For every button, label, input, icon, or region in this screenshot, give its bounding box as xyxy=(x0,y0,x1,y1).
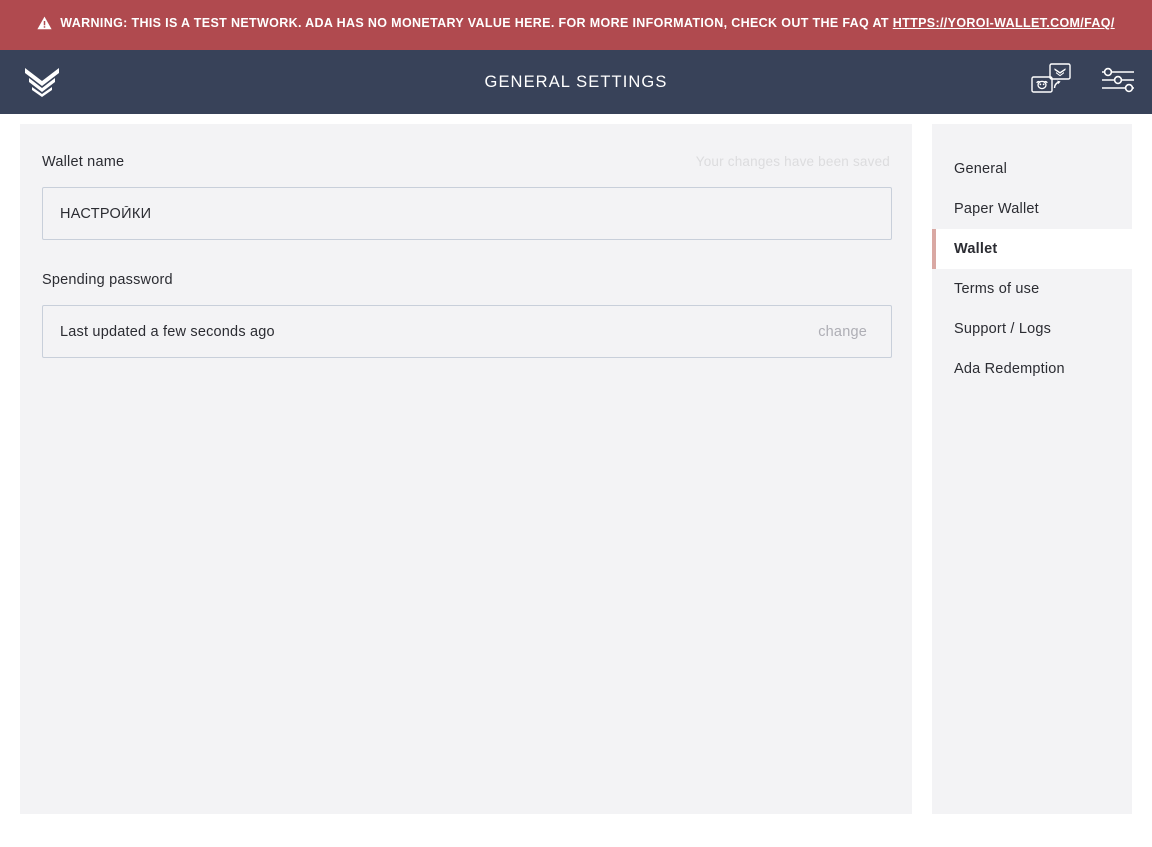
menu-item-support-logs[interactable]: Support / Logs xyxy=(932,309,1132,349)
wallet-name-header: Wallet name Your changes have been saved xyxy=(42,154,890,176)
menu-item-label: Terms of use xyxy=(954,281,1040,297)
wallet-settings-panel: Wallet name Your changes have been saved… xyxy=(20,124,912,814)
spending-password-label: Spending password xyxy=(42,272,173,288)
menu-item-label: Wallet xyxy=(954,241,998,257)
settings-menu: General Paper Wallet Wallet Terms of use… xyxy=(932,124,1132,814)
wallet-switch-button[interactable] xyxy=(1016,50,1084,114)
menu-item-label: Ada Redemption xyxy=(954,361,1065,377)
spending-password-box[interactable]: Last updated a few seconds ago change xyxy=(42,305,892,358)
menu-item-general[interactable]: General xyxy=(932,149,1132,189)
wallet-name-label: Wallet name xyxy=(42,154,125,170)
wallet-name-input[interactable] xyxy=(42,187,892,240)
warning-triangle-icon xyxy=(37,16,52,37)
page-body: Wallet name Your changes have been saved… xyxy=(0,114,1152,847)
menu-item-label: Support / Logs xyxy=(954,321,1052,337)
topbar-actions xyxy=(1016,50,1152,124)
test-network-warning-banner: WARNING: THIS IS A TEST NETWORK. ADA HAS… xyxy=(0,0,1152,50)
wallet-switch-icon xyxy=(1028,60,1072,105)
menu-item-label: Paper Wallet xyxy=(954,201,1039,217)
warning-message-text: WARNING: THIS IS A TEST NETWORK. ADA HAS… xyxy=(60,16,893,30)
page-title: GENERAL SETTINGS xyxy=(484,72,668,91)
settings-button[interactable] xyxy=(1084,50,1152,124)
spending-password-status: Last updated a few seconds ago xyxy=(60,323,275,340)
changes-saved-message: Your changes have been saved xyxy=(695,154,890,169)
menu-item-wallet[interactable]: Wallet xyxy=(932,229,1132,269)
spending-password-header: Spending password xyxy=(42,272,890,294)
menu-item-terms-of-use[interactable]: Terms of use xyxy=(932,269,1132,309)
top-navigation-bar: GENERAL SETTINGS xyxy=(0,50,1152,124)
warning-text: WARNING: THIS IS A TEST NETWORK. ADA HAS… xyxy=(37,13,1114,37)
menu-item-paper-wallet[interactable]: Paper Wallet xyxy=(932,189,1132,229)
menu-item-ada-redemption[interactable]: Ada Redemption xyxy=(932,349,1132,389)
settings-sliders-icon xyxy=(1098,65,1138,100)
change-password-link[interactable]: change xyxy=(818,324,867,340)
faq-link[interactable]: HTTPS://YOROI-WALLET.COM/FAQ/ xyxy=(893,16,1115,30)
menu-item-label: General xyxy=(954,161,1007,177)
